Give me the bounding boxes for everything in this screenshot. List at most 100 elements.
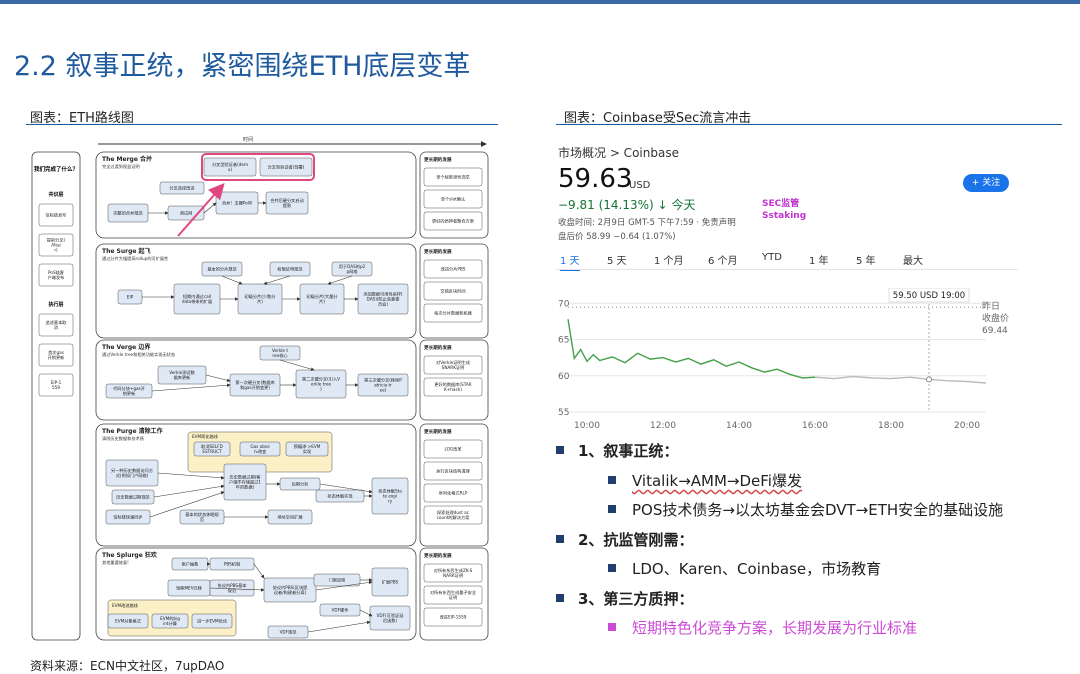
roadmap-box-1-4: 合并！支撑PoW bbox=[215, 191, 259, 215]
svg-text:信标链快速同步: 信标链快速同步 bbox=[113, 514, 142, 521]
bullet-1: 1、叙事正统： bbox=[556, 440, 678, 461]
svg-text:K+hash): K+hash) bbox=[444, 387, 462, 392]
svg-text:据库更新: 据库更新 bbox=[174, 374, 191, 381]
svg-text:交错区块时间: 交错区块时间 bbox=[440, 288, 465, 295]
svg-text:The Verge 边界: The Verge 边界 bbox=[102, 343, 151, 351]
y-tick-label: 70 bbox=[558, 299, 570, 309]
tab-1个月[interactable]: 1 个月 bbox=[654, 252, 684, 267]
tab-5天[interactable]: 5 天 bbox=[607, 252, 627, 267]
roadmap-section-4: The Purge 清除工作清除历史数据和技术债 更长期的发展 LOG改革执行区块结… bbox=[95, 423, 489, 547]
svg-text:完整的合并规范: 完整的合并规范 bbox=[113, 210, 142, 217]
svg-text:The Surge 起飞: The Surge 起飞 bbox=[102, 247, 151, 255]
svg-text:更长期的发展: 更长期的发展 bbox=[424, 344, 452, 351]
roadmap-section-2: The Surge 起飞通过分片大幅提高rollup的可扩展性 更长期的发展改进分… bbox=[95, 243, 489, 339]
svg-text:The Purge 清除工作: The Purge 清除工作 bbox=[102, 427, 163, 435]
svg-text:r): r) bbox=[54, 248, 58, 253]
roadmap-box-5-14: 进一步EVM优化 bbox=[191, 613, 233, 629]
roadmap-box-1-3: 分叉选择改进 bbox=[159, 181, 205, 195]
tab-6个月[interactable]: 6 个月 bbox=[708, 252, 738, 267]
side-item-consensus: 提前分叉(Altair) bbox=[38, 233, 74, 257]
right-box-3-2: 更好的数据库(STARK+hash) bbox=[423, 377, 483, 397]
roadmap-box-5-8: VDF硬件 bbox=[319, 603, 361, 617]
svg-text:状态休眠实现: 状态休眠实现 bbox=[327, 493, 352, 500]
right-box-4-4: 探索处理dust account的解决方案 bbox=[423, 505, 483, 525]
svg-text:开销更新: 开销更新 bbox=[48, 354, 65, 361]
svg-text:片): 片) bbox=[319, 298, 325, 305]
right-box-1-1: 单个秘密领导选举 bbox=[423, 167, 483, 187]
x-tick-label: 16:00 bbox=[802, 421, 828, 431]
tab-1年[interactable]: 1 年 bbox=[809, 252, 829, 267]
roadmap-box-4-8: 历史数据过期(客户端不存储超过1年的数据) bbox=[223, 463, 267, 501]
right-box-5-1: 对所有东西生成ZK-SNARK证明 bbox=[423, 563, 483, 583]
svg-text:迟函数): 迟函数) bbox=[383, 617, 398, 624]
y-tick-label: 60 bbox=[558, 372, 570, 382]
bullet-2: 2、抗监管刚需： bbox=[556, 529, 693, 550]
price-change: −9.81 (14.13%) ↓ 今天 bbox=[558, 196, 695, 213]
svg-text:ee): ee) bbox=[380, 388, 387, 393]
bullet-1-sub-2: POS技术债务→以太坊基金会DVT→ETH安全的基础设施 bbox=[608, 499, 1003, 520]
svg-text:int计算: int计算 bbox=[163, 620, 177, 627]
roadmap-box-5-3: 短期MEV迁移 bbox=[167, 579, 211, 597]
intraday-chart[interactable]: 55 60 65 70 10:00 12:00 14:00 16:00 18:00 20:00 59… bbox=[556, 288, 1018, 433]
side-group2-title: 执行层 bbox=[48, 301, 63, 308]
svg-text:历史数据过期规范: 历史数据过期规范 bbox=[116, 494, 150, 501]
roadmap-box-1-5: 合并后硬分叉启动提款 bbox=[265, 191, 309, 215]
tab-5年[interactable]: 5 年 bbox=[856, 252, 876, 267]
svg-text:合并！支撑PoW: 合并！支撑PoW bbox=[222, 200, 252, 207]
bullet-2-sub-1: LDO、Karen、Coinbase，市场教育 bbox=[608, 558, 881, 579]
svg-text:议者/构建者分离): 议者/构建者分离) bbox=[274, 589, 307, 596]
tab-YTD[interactable]: YTD bbox=[762, 252, 782, 263]
tooltip-text: 59.50 USD 19:00 bbox=[893, 291, 965, 301]
x-tick-label: 12:00 bbox=[650, 421, 676, 431]
sec-annotation: SEC监管 Sstaking bbox=[762, 199, 807, 221]
svg-text:PBS机制: PBS机制 bbox=[224, 561, 240, 568]
right-box-4-1: LOG改革 bbox=[423, 439, 483, 459]
roadmap-box-5-1: 账户抽象 bbox=[171, 557, 209, 571]
svg-text:SNARK证明: SNARK证明 bbox=[442, 364, 465, 371]
y-tick-label: 65 bbox=[558, 336, 569, 346]
roadmap-box-5-6: 门限加密 bbox=[313, 573, 361, 587]
svg-text:count的解决方案: count的解决方案 bbox=[437, 514, 471, 521]
svg-text:进一步EVM优化: 进一步EVM优化 bbox=[197, 618, 228, 625]
side-item-execution: 首次gas开销更新 bbox=[38, 343, 74, 367]
roadmap-box-2-4: EIP bbox=[117, 289, 143, 305]
roadmap-box-4-12: 地址空间扩展 bbox=[267, 509, 313, 525]
y-tick-label: 55 bbox=[558, 408, 569, 418]
follow-button[interactable]: + 关注 bbox=[963, 174, 1009, 192]
roadmap-box-2-1: 基本的分片规范 bbox=[201, 261, 243, 277]
svg-text:年的数据): 年的数据) bbox=[236, 484, 255, 491]
breadcrumb[interactable]: 市场概况 > Coinbase bbox=[558, 144, 679, 161]
svg-text:范: 范 bbox=[200, 516, 204, 523]
svg-text:扩展PBS: 扩展PBS bbox=[382, 579, 399, 586]
tab-最大[interactable]: 最大 bbox=[903, 252, 923, 267]
roadmap-box-3-1: Verkle tree核心 bbox=[259, 345, 301, 361]
roadmap-section-1: The Merge 合并完全过渡到权益证明 更长期的发展单个秘密领导选举单个slo… bbox=[95, 151, 489, 239]
right-box-5-2: 对所有东西生成量子安全证明 bbox=[423, 585, 483, 605]
svg-text:更长期的发展: 更长期的发展 bbox=[424, 156, 452, 163]
svg-text:户端发布: 户端发布 bbox=[48, 274, 65, 281]
roadmap-box-2-6: 初级分片(少数分片) bbox=[237, 283, 283, 315]
svg-text:权限证明规范: 权限证明规范 bbox=[277, 266, 302, 273]
right-box-3-1: 对Verkle证明生成SNARK证明 bbox=[423, 355, 483, 375]
svg-text:EVM对象格式: EVM对象格式 bbox=[115, 618, 142, 625]
right-box-2-2: 交错区块时间 bbox=[423, 281, 483, 301]
svg-text:实现: 实现 bbox=[303, 448, 311, 455]
crosshair-point bbox=[926, 376, 932, 383]
right-box-4-2: 执行区块结构清理 bbox=[423, 461, 483, 481]
svg-text:片): 片) bbox=[257, 298, 263, 305]
change-period: 今天 bbox=[671, 198, 696, 212]
roadmap-box-2-7: 初级分片(大量分片) bbox=[299, 283, 345, 315]
svg-text:提款: 提款 bbox=[283, 202, 292, 209]
roadmap-box-4-6: 历史数据过期规范 bbox=[111, 489, 155, 505]
bullet-3: 3、第三方质押： bbox=[556, 588, 693, 609]
change-value: −9.81 (14.13%) bbox=[558, 198, 654, 212]
close-time-meta: 收盘时间: 2月9日 GMT-5 下午7:59 · 免责声明 bbox=[558, 218, 736, 228]
source-note: 资料来源：ECN中文社区，7upDAO bbox=[30, 659, 225, 673]
svg-text:改进分片PBS: 改进分片PBS bbox=[441, 266, 466, 273]
left-label-rule bbox=[26, 124, 498, 125]
roadmap-box-2-5: 短期内通过calldata带来的扩展 bbox=[173, 283, 221, 315]
right-box-1-2: 单个slot确认 bbox=[423, 189, 483, 209]
svg-text:和gas开销变更): 和gas开销变更) bbox=[240, 384, 270, 391]
svg-text:分叉选择改进: 分叉选择改进 bbox=[169, 185, 195, 192]
roadmap-box-1-6: 完整的合并规范 bbox=[107, 203, 149, 223]
